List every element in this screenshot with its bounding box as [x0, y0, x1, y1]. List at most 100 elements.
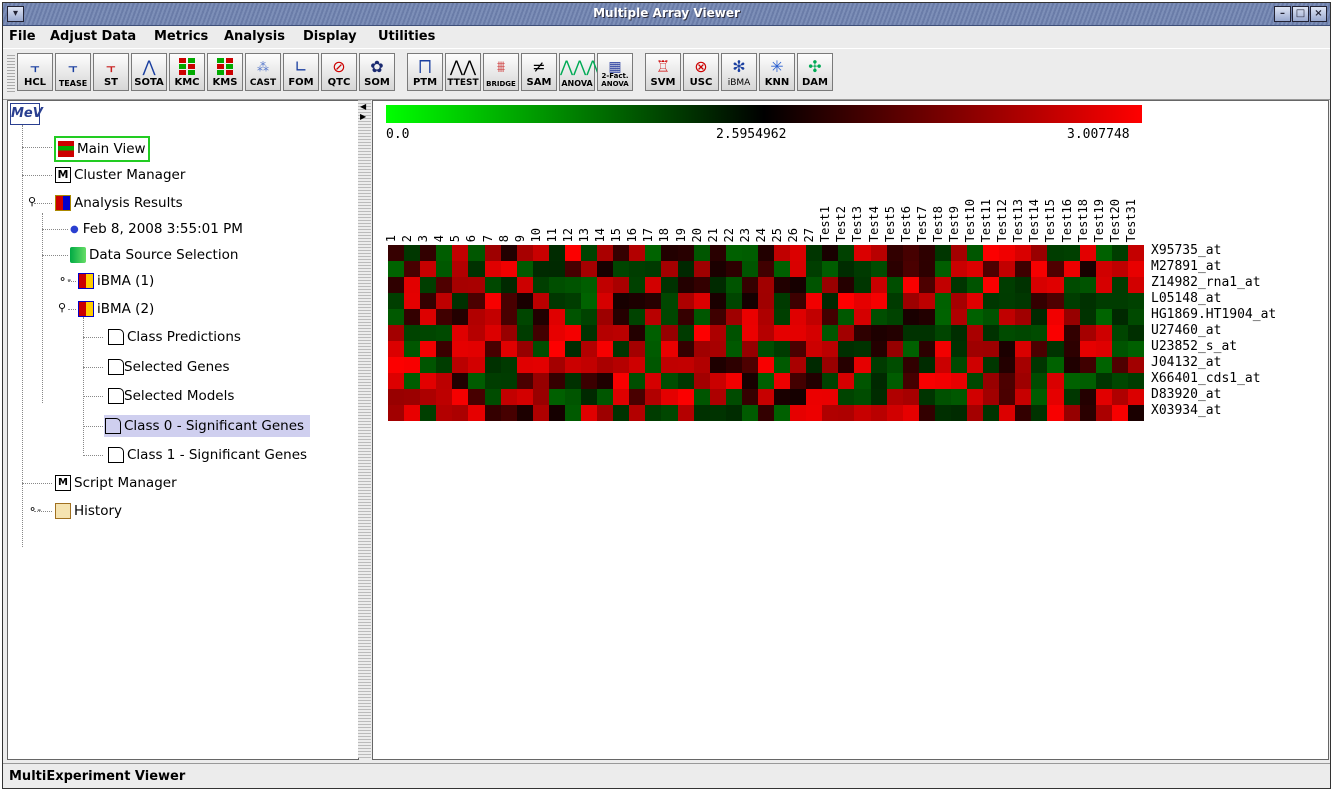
- two-factor-anova-button[interactable]: ▦ 2-Fact. ANOVA: [597, 53, 633, 91]
- heatmap-cell[interactable]: [516, 309, 534, 325]
- heatmap-cell[interactable]: [757, 309, 775, 325]
- heatmap-cell[interactable]: [1047, 405, 1065, 421]
- heatmap-cell[interactable]: [452, 341, 469, 357]
- heatmap-cell[interactable]: [548, 373, 566, 389]
- heatmap-cell[interactable]: [484, 325, 502, 341]
- heatmap-cell[interactable]: [484, 373, 502, 389]
- heatmap-cell[interactable]: [1063, 245, 1081, 261]
- heatmap-cell[interactable]: [725, 405, 743, 421]
- heatmap-cell[interactable]: [999, 389, 1016, 405]
- heatmap-cell[interactable]: [1111, 277, 1129, 293]
- heatmap-cell[interactable]: [838, 357, 855, 373]
- heatmap-cell[interactable]: [1031, 405, 1048, 421]
- heatmap-cell[interactable]: [613, 277, 630, 293]
- heatmap-cell[interactable]: [950, 261, 968, 277]
- heatmap-cell[interactable]: [950, 293, 968, 309]
- heatmap-cell[interactable]: [870, 389, 888, 405]
- heatmap-cell[interactable]: [677, 309, 695, 325]
- heatmap-cell[interactable]: [950, 405, 968, 421]
- heatmap-cell[interactable]: [967, 277, 984, 293]
- heatmap-cell[interactable]: [854, 261, 872, 277]
- heatmap-cell[interactable]: [1031, 373, 1048, 389]
- heatmap-cell[interactable]: [902, 261, 920, 277]
- heatmap-cell[interactable]: [1127, 373, 1145, 389]
- heatmap-cell[interactable]: [516, 373, 534, 389]
- toolbar-grip[interactable]: [7, 55, 15, 93]
- heatmap-cell[interactable]: [854, 325, 872, 341]
- heatmap-cell[interactable]: [709, 389, 727, 405]
- heatmap-cell[interactable]: [484, 357, 502, 373]
- heatmap-cell[interactable]: [774, 309, 791, 325]
- heatmap-cell[interactable]: [822, 405, 839, 421]
- heatmap-cell[interactable]: [661, 293, 679, 309]
- heatmap-cell[interactable]: [1047, 293, 1065, 309]
- heatmap-cell[interactable]: [741, 341, 759, 357]
- ttest-button[interactable]: ⋀⋀ TTEST: [445, 53, 481, 91]
- tree-script-manager[interactable]: M Script Manager: [55, 472, 177, 494]
- heatmap-cell[interactable]: [999, 357, 1016, 373]
- heatmap-cell[interactable]: [950, 341, 968, 357]
- kms-button[interactable]: KMS: [207, 53, 243, 91]
- heatmap-cell[interactable]: [645, 325, 662, 341]
- heatmap-cell[interactable]: [822, 341, 839, 357]
- heatmap-cell[interactable]: [902, 277, 920, 293]
- heatmap-cell[interactable]: [983, 389, 1000, 405]
- heatmap-cell[interactable]: [967, 405, 984, 421]
- heatmap-cell[interactable]: [516, 293, 534, 309]
- heatmap-cell[interactable]: [645, 357, 662, 373]
- heatmap-cell[interactable]: [661, 309, 679, 325]
- heatmap-cell[interactable]: [999, 309, 1016, 325]
- tree-history[interactable]: History: [55, 500, 122, 522]
- heatmap-cell[interactable]: [532, 341, 550, 357]
- heatmap-cell[interactable]: [806, 341, 823, 357]
- heatmap-cell[interactable]: [725, 261, 743, 277]
- heatmap-cell[interactable]: [1047, 373, 1065, 389]
- heatmap-cell[interactable]: [1079, 389, 1097, 405]
- heatmap-cell[interactable]: [436, 325, 453, 341]
- heatmap-cell[interactable]: [388, 357, 405, 373]
- heatmap-cell[interactable]: [404, 309, 421, 325]
- heatmap-cell[interactable]: [709, 293, 727, 309]
- heatmap-cell[interactable]: [854, 309, 872, 325]
- heatmap-cell[interactable]: [693, 405, 711, 421]
- heatmap-cell[interactable]: [806, 405, 823, 421]
- heatmap-cell[interactable]: [983, 373, 1000, 389]
- heatmap-cell[interactable]: [1015, 277, 1032, 293]
- heatmap-cell[interactable]: [886, 389, 904, 405]
- heatmap-cell[interactable]: [999, 277, 1016, 293]
- heatmap-cell[interactable]: [468, 373, 485, 389]
- heatmap-cell[interactable]: [516, 357, 534, 373]
- heatmap-cell[interactable]: [774, 341, 791, 357]
- tree-cluster-manager[interactable]: M Cluster Manager: [55, 164, 185, 186]
- heatmap-cell[interactable]: [950, 373, 968, 389]
- heatmap-cell[interactable]: [774, 405, 791, 421]
- heatmap-cell[interactable]: [790, 373, 807, 389]
- heatmap-cell[interactable]: [388, 373, 405, 389]
- heatmap-cell[interactable]: [934, 357, 952, 373]
- heatmap-cell[interactable]: [404, 389, 421, 405]
- heatmap-cell[interactable]: [468, 357, 485, 373]
- heatmap-cell[interactable]: [436, 389, 453, 405]
- sam-button[interactable]: ≠ SAM: [521, 53, 557, 91]
- collapse-ibma2-icon[interactable]: ⚲: [58, 301, 66, 314]
- heatmap-cell[interactable]: [886, 325, 904, 341]
- heatmap-cell[interactable]: [1111, 357, 1129, 373]
- heatmap-cell[interactable]: [452, 293, 469, 309]
- heatmap-cell[interactable]: [1127, 277, 1145, 293]
- heatmap-cell[interactable]: [709, 261, 727, 277]
- heatmap-cell[interactable]: [645, 373, 662, 389]
- heatmap-cell[interactable]: [967, 309, 984, 325]
- expand-history-icon[interactable]: ⚬-: [28, 503, 41, 516]
- heatmap-cell[interactable]: [436, 261, 453, 277]
- tree-class-predictions[interactable]: Class Predictions: [108, 326, 241, 348]
- heatmap-cell[interactable]: [581, 261, 598, 277]
- heatmap-cell[interactable]: [838, 293, 855, 309]
- heatmap-cell[interactable]: [822, 373, 839, 389]
- heatmap-cell[interactable]: [613, 389, 630, 405]
- heatmap-cell[interactable]: [822, 389, 839, 405]
- heatmap-cell[interactable]: [983, 341, 1000, 357]
- heatmap-cell[interactable]: [709, 325, 727, 341]
- heatmap-cell[interactable]: [838, 309, 855, 325]
- heatmap-cell[interactable]: [1079, 277, 1097, 293]
- heatmap-cell[interactable]: [918, 325, 936, 341]
